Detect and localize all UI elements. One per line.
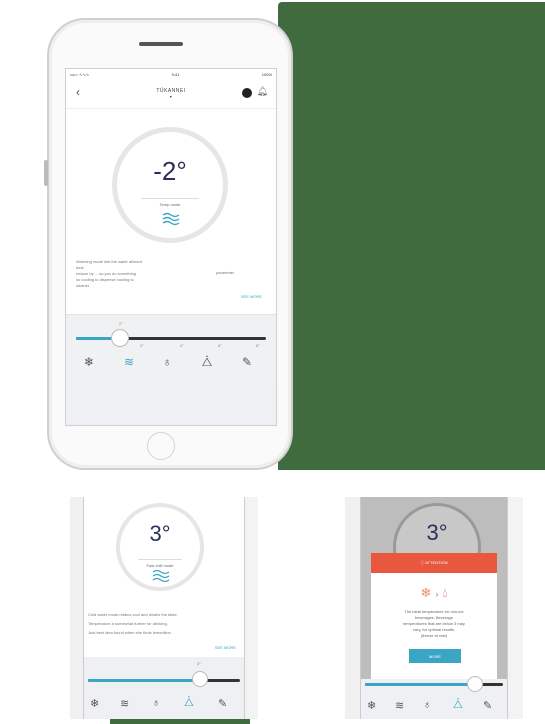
phone-frame-left bbox=[70, 497, 84, 719]
glass-icon[interactable]: ✎ bbox=[218, 697, 227, 710]
mode-change-icons: ❄︎ › 💧︎ bbox=[371, 585, 497, 601]
app-screen: ••••○ ∿∿∿ 9:41 100% ‹ TÜKANNEI ▾ 🔔︎ -2° … bbox=[65, 68, 277, 426]
dial-divider bbox=[141, 198, 199, 199]
temperature-slider[interactable] bbox=[88, 679, 240, 682]
phone-frame-right bbox=[244, 497, 258, 719]
bell-icon[interactable]: 🔔︎ bbox=[257, 86, 268, 97]
avatar[interactable] bbox=[242, 88, 252, 98]
phone-frame-right bbox=[507, 497, 523, 719]
fast-chill-screen-crop: 3° Fast chill mode Cold water mode retai… bbox=[70, 497, 258, 719]
status-time: 9:41 bbox=[171, 71, 180, 77]
bottle-icon[interactable]: ⧊ bbox=[196, 351, 218, 373]
waves-icon[interactable]: ≋ bbox=[118, 351, 140, 373]
glass-icon[interactable]: ✎ bbox=[483, 699, 492, 712]
temperature-control-panel: 2° 2° 4° 6° 8° ❄︎ ≋ ♁ ⧊ ✎ bbox=[66, 314, 276, 384]
more-button[interactable]: MORE bbox=[409, 649, 461, 663]
snowflake-icon: ❄︎ bbox=[420, 585, 432, 600]
dial-divider bbox=[138, 559, 182, 560]
status-bar: ••••○ ∿∿∿ 9:41 100% bbox=[66, 69, 276, 79]
temperature-slider[interactable] bbox=[76, 337, 266, 340]
cup-icon[interactable]: ♁ bbox=[152, 697, 160, 709]
attention-modal-screen-crop: 3° ⓘ ATTENTION ❄︎ › 💧︎ The ideal temperatu… bbox=[345, 497, 523, 719]
temperature-control-panel: 3° ❄︎ ≋ ♁ ⧊ ✎ bbox=[84, 657, 244, 719]
cup-icon[interactable]: ♁ bbox=[156, 351, 178, 373]
selected-temperature: 3° bbox=[197, 661, 201, 666]
phone-frame-left bbox=[345, 497, 361, 719]
tick-label: 6° bbox=[218, 343, 222, 348]
temperature-readout: 3° bbox=[426, 520, 448, 545]
waves-icon bbox=[152, 569, 170, 583]
slider-handle[interactable] bbox=[192, 671, 208, 687]
mode-description: Warming mode lets the water aliment best… bbox=[76, 259, 142, 288]
phone-speaker bbox=[139, 42, 183, 46]
bottle-icon[interactable]: ⧊ bbox=[453, 699, 463, 712]
cup-icon[interactable]: ♁ bbox=[423, 699, 431, 711]
waves-icon[interactable]: ≋ bbox=[120, 697, 129, 710]
home-button[interactable] bbox=[147, 432, 175, 460]
carrier-signal: ••••○ ∿∿∿ bbox=[70, 71, 90, 77]
mode-label: Fast chill mode bbox=[146, 563, 174, 568]
green-background-shape bbox=[266, 2, 545, 470]
tick-label: 8° bbox=[256, 343, 260, 348]
phone-mockup: ••••○ ∿∿∿ 9:41 100% ‹ TÜKANNEI ▾ 🔔︎ -2° … bbox=[44, 18, 293, 470]
tick-label: 2° bbox=[140, 343, 144, 348]
snowflake-icon[interactable]: ❄︎ bbox=[367, 699, 376, 712]
see-more-link[interactable]: SEE MORE bbox=[241, 294, 262, 299]
modal-message: The ideal temperature for non-ice bevera… bbox=[403, 609, 465, 638]
mode-description: Cold water mode retains cool and dilutes… bbox=[88, 612, 178, 635]
side-note: parameter bbox=[216, 270, 235, 275]
slider-fill bbox=[365, 683, 475, 686]
snowflake-icon[interactable]: ❄︎ bbox=[90, 697, 99, 710]
waves-icon[interactable]: ≋ bbox=[395, 699, 404, 712]
tick-label: 4° bbox=[180, 343, 184, 348]
bottle-icon[interactable]: ⧊ bbox=[184, 697, 194, 710]
temperature-readout: -2° bbox=[153, 156, 187, 186]
waves-icon bbox=[162, 212, 180, 226]
slider-fill bbox=[88, 679, 198, 682]
temperature-dial: -2° Temp mode bbox=[112, 127, 228, 243]
selected-temperature: 2° bbox=[119, 321, 123, 326]
temperature-dial: 3° Fast chill mode bbox=[116, 503, 204, 591]
modal-header: ⓘ ATTENTION bbox=[371, 553, 497, 573]
battery-level: 100% bbox=[261, 71, 272, 77]
phone-side-button bbox=[44, 160, 48, 186]
snowflake-icon[interactable]: ❄︎ bbox=[78, 351, 100, 373]
attention-modal: ⓘ ATTENTION ❄︎ › 💧︎ The ideal temperature … bbox=[371, 553, 497, 679]
drop-icon: 💧︎ bbox=[442, 585, 448, 600]
navigation-bar: ‹ TÜKANNEI ▾ 🔔︎ bbox=[66, 79, 276, 109]
temperature-readout: 3° bbox=[149, 521, 171, 546]
slider-handle[interactable] bbox=[467, 676, 483, 692]
temperature-control-panel: ❄︎ ≋ ♁ ⧊ ✎ bbox=[361, 676, 507, 719]
arrow-right-icon: › bbox=[435, 589, 439, 599]
glass-icon[interactable]: ✎ bbox=[236, 351, 258, 373]
mode-selector: ❄︎ ≋ ♁ ⧊ ✎ bbox=[66, 351, 276, 373]
mode-label: Temp mode bbox=[159, 202, 181, 207]
empty-lower-area bbox=[66, 384, 276, 425]
see-more-link[interactable]: SEE MORE bbox=[215, 645, 236, 650]
slider-ticks: 2° 4° 6° 8° bbox=[66, 343, 276, 351]
